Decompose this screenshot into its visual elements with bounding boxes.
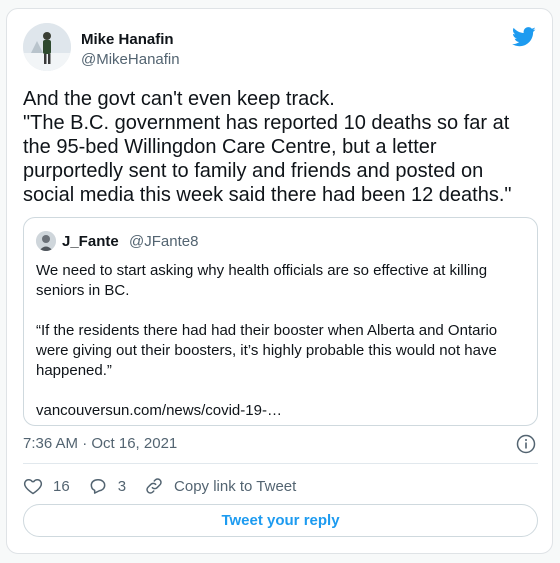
copy-link-label: Copy link to Tweet xyxy=(174,477,297,495)
quoted-author-handle: @JFante8 xyxy=(129,233,199,250)
quoted-tweet-text: We need to start asking why health offic… xyxy=(36,262,498,419)
tweet-reply-button[interactable]: Tweet your reply xyxy=(23,504,538,537)
heart-icon xyxy=(23,479,43,495)
reply-count: 3 xyxy=(117,477,127,495)
reply-button[interactable]: 3 xyxy=(88,476,126,496)
twitter-bird-icon[interactable] xyxy=(512,27,536,47)
action-bar: 16 3 Copy link to Tweet xyxy=(23,475,314,497)
tweet-text: And the govt can't even keep track. "The… xyxy=(23,88,512,206)
tweet-timestamp[interactable]: 7:36 AM · Oct 16, 2021 xyxy=(23,435,177,452)
like-count: 16 xyxy=(53,477,70,495)
quoted-tweet[interactable]: J_Fante @JFante8 We need to start asking… xyxy=(23,217,538,426)
info-icon[interactable] xyxy=(516,434,536,454)
quoted-author-avatar xyxy=(36,231,56,251)
author-handle[interactable]: @MikeHanafin xyxy=(81,51,180,68)
author-name[interactable]: Mike Hanafin xyxy=(81,31,174,48)
copy-link-button[interactable]: Copy link to Tweet xyxy=(144,476,296,496)
link-icon xyxy=(146,478,162,494)
tweet-card: Mike Hanafin @MikeHanafin And the govt c… xyxy=(6,8,553,554)
author-avatar[interactable] xyxy=(23,23,71,71)
like-button[interactable]: 16 xyxy=(23,476,70,496)
divider xyxy=(23,463,538,464)
reply-bubble-icon xyxy=(90,479,106,494)
quoted-author-name: J_Fante xyxy=(62,233,119,250)
